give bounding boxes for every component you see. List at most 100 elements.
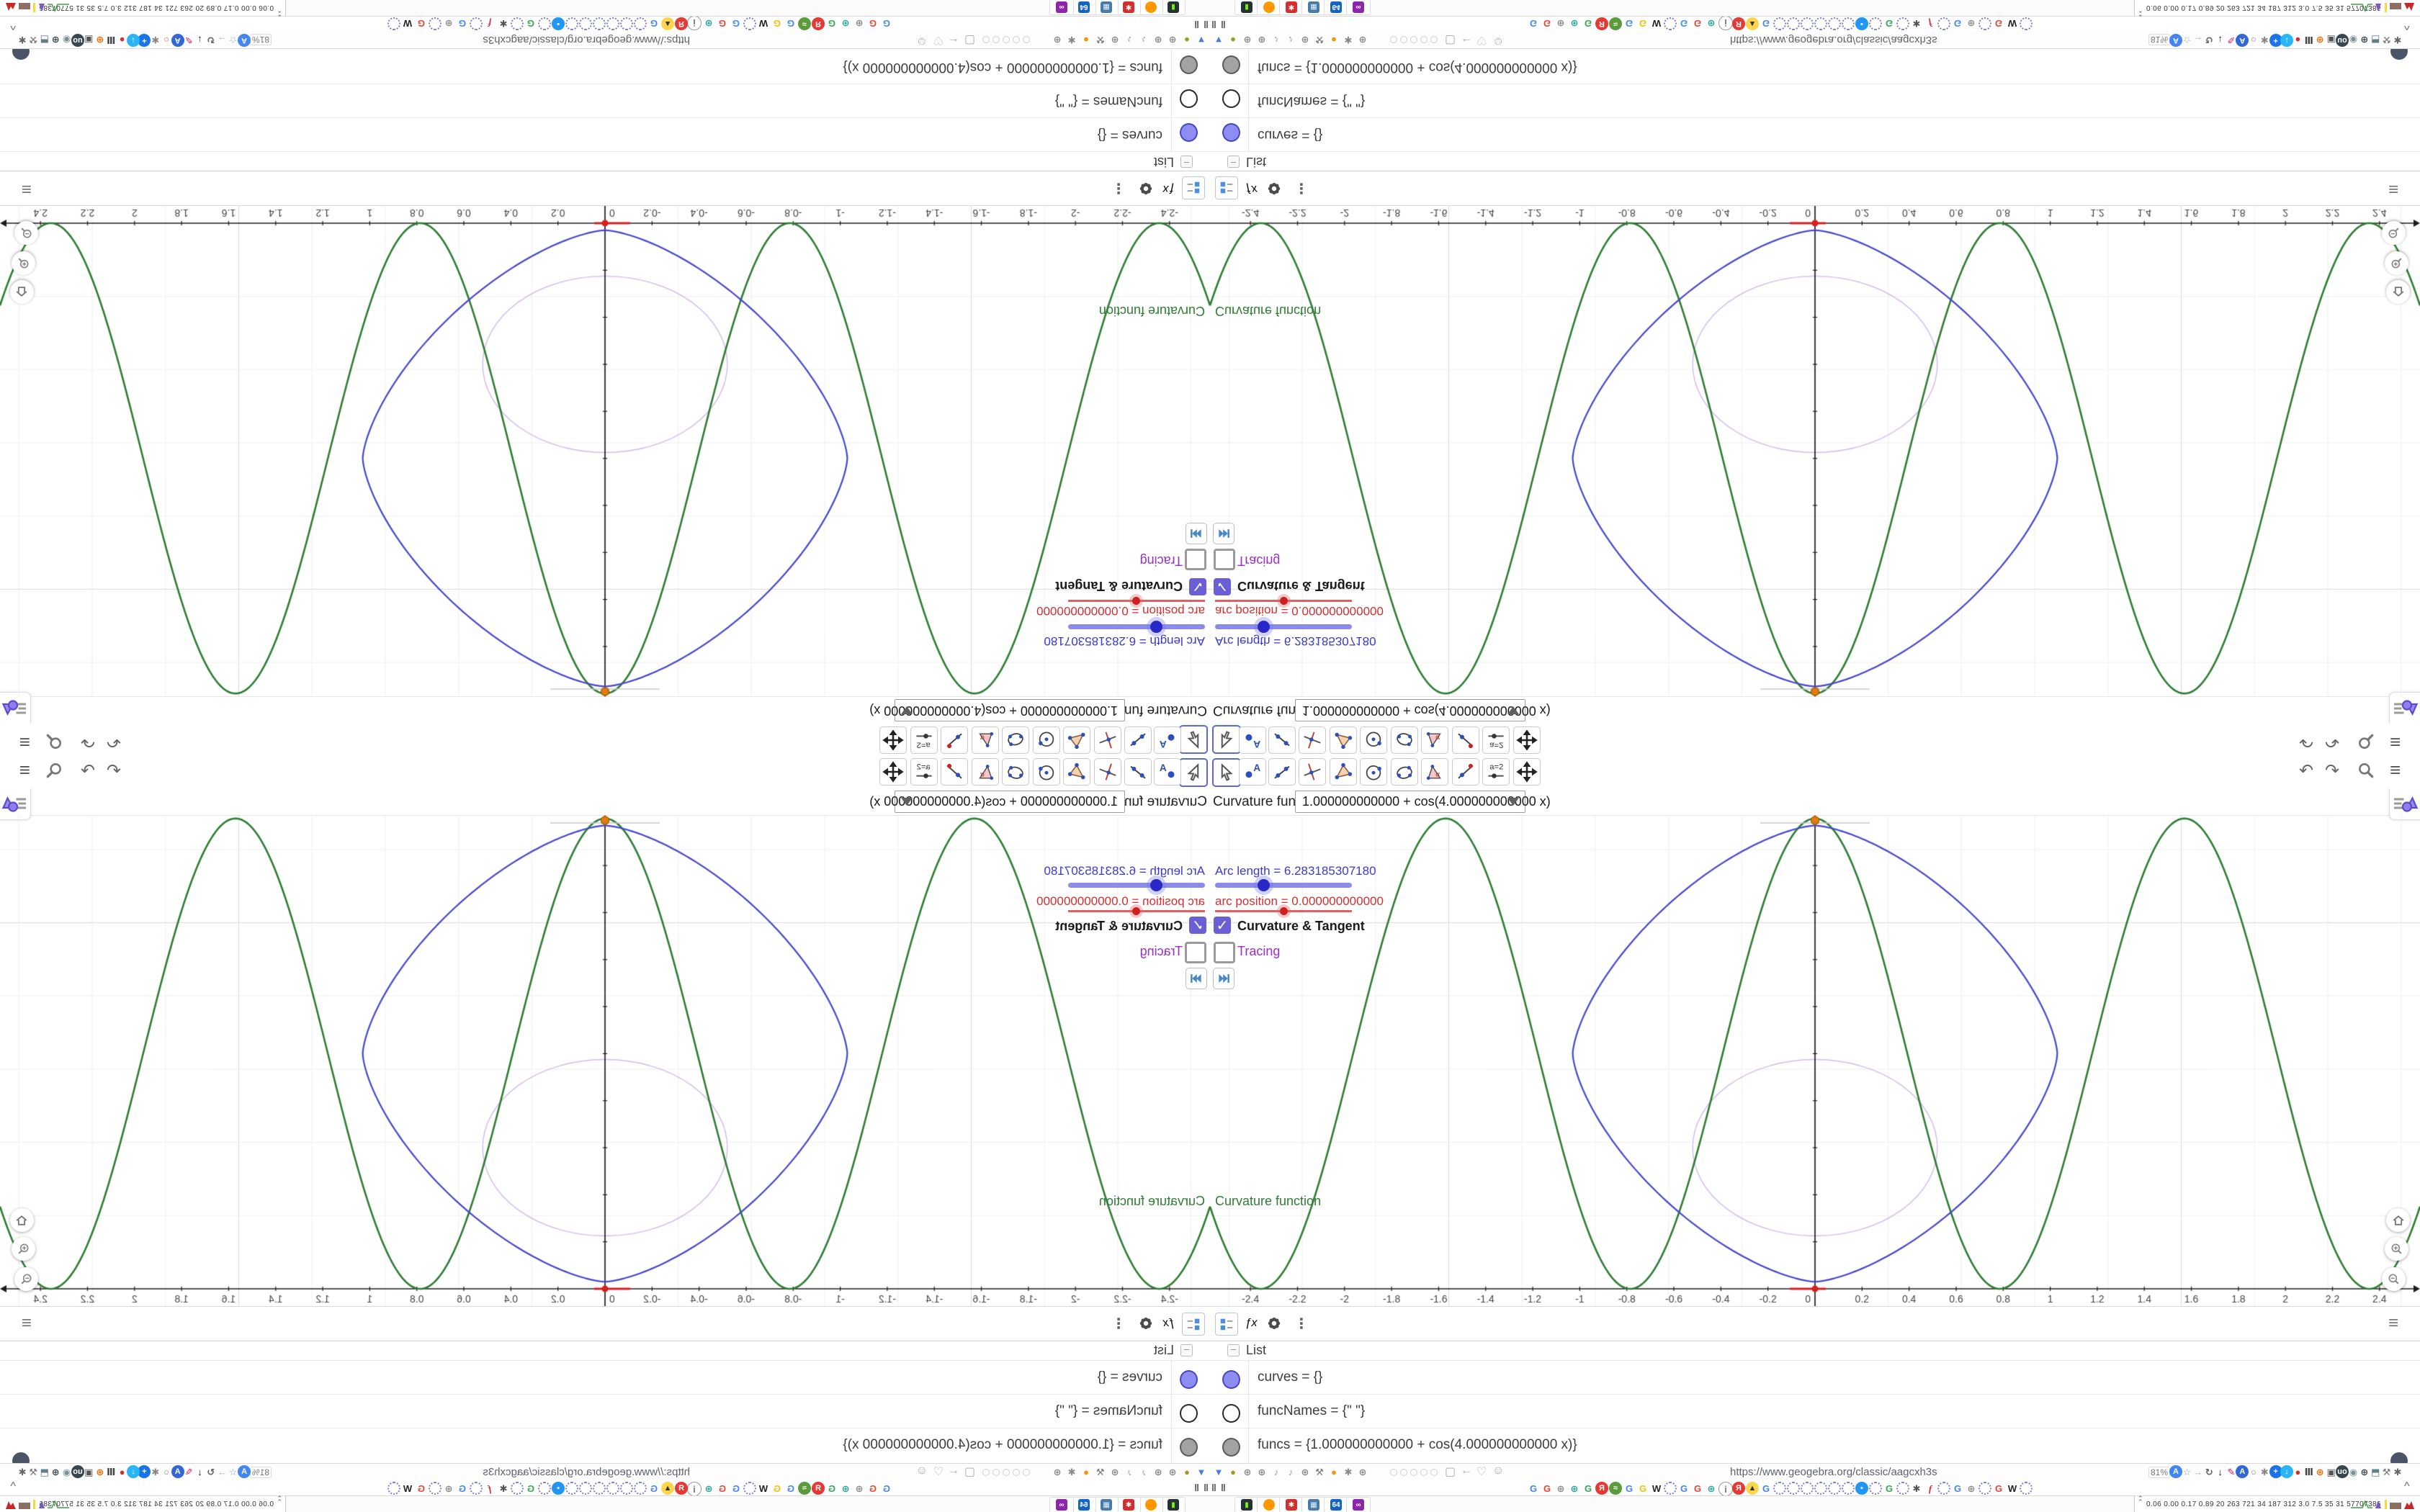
tool-button-line[interactable]	[1268, 726, 1296, 754]
pin-icon[interactable]: ▼	[1212, 34, 1225, 47]
geogebra-wreath-favicon[interactable]	[634, 1482, 647, 1495]
algebra-expression[interactable]: funcs = {1.000000000000 + cos(4.00000000…	[843, 59, 1162, 75]
zoom-out-button[interactable]	[2382, 1267, 2406, 1291]
visibility-toggle[interactable]	[1222, 123, 1240, 142]
tool-button-point[interactable]: A	[1154, 726, 1181, 754]
function-combobox[interactable]: 1.000000000000 + cos(4.000000000000 x)	[869, 699, 1125, 721]
search-icon[interactable]	[45, 761, 63, 783]
geogebra-wreath-favicon[interactable]	[538, 17, 551, 30]
redo-icon[interactable]: ↷	[2325, 732, 2339, 751]
kebab-menu-icon[interactable]: ⋮	[1108, 178, 1129, 199]
skip-next-button[interactable]	[1213, 523, 1234, 544]
home-button[interactable]	[10, 1208, 34, 1232]
tree-view-button[interactable]	[1182, 176, 1205, 199]
ublock-icon[interactable]: uo	[71, 1465, 84, 1478]
box-icon[interactable]: ▣	[82, 1465, 95, 1478]
tracing-label[interactable]: Tracing	[1140, 553, 1183, 568]
geogebra-green-favicon[interactable]: ≈	[1609, 1482, 1622, 1495]
mountain-favicon[interactable]: ▲	[1746, 17, 1759, 30]
algebra-expression[interactable]: funcs = {1.000000000000 + cos(4.00000000…	[843, 1437, 1162, 1453]
pin-icon[interactable]: ▼	[1195, 34, 1208, 47]
figure-icon[interactable]: ♪	[1137, 1465, 1150, 1478]
tree-view-button[interactable]	[1215, 1313, 1238, 1336]
google-favicon[interactable]: G	[524, 1482, 537, 1495]
arc-position-slider-label[interactable]: arc position = 0.000000000000	[1036, 894, 1205, 909]
geogebra-wreath-favicon[interactable]	[1773, 17, 1786, 30]
visibility-toggle[interactable]	[1180, 123, 1198, 142]
panel-menu-hamburger-icon[interactable]: ≡	[22, 179, 32, 199]
google-favicon[interactable]: G	[1541, 17, 1554, 30]
url-text[interactable]: https://www.geogebra.org/classic/aagcxh3…	[483, 34, 690, 46]
google-favicon[interactable]: G	[456, 1482, 469, 1495]
arc-position-slider-knob[interactable]	[1132, 907, 1140, 915]
google-favicon[interactable]: G	[825, 1482, 838, 1495]
geogebra-wreath-favicon[interactable]	[565, 1482, 578, 1495]
tracing-checkbox[interactable]	[1185, 549, 1206, 570]
geogebra-wreath-favicon[interactable]	[2020, 1482, 2033, 1495]
back-icon[interactable]: ←	[1461, 35, 1472, 48]
zoom-in-button[interactable]	[2385, 1237, 2408, 1261]
redo-icon[interactable]: ↷	[2325, 762, 2339, 780]
geogebra-wreath-favicon[interactable]	[1869, 17, 1882, 30]
visibility-toggle[interactable]	[1180, 1370, 1198, 1389]
shield-spiral-icon[interactable]: ◉	[60, 1465, 73, 1478]
google-favicon[interactable]: G	[866, 1482, 879, 1495]
yandex-favicon[interactable]: Я	[675, 17, 688, 30]
geogebra-wreath-favicon[interactable]	[579, 1482, 592, 1495]
faded-dot-icon[interactable]	[1390, 1469, 1397, 1476]
tool-button-move-cursor[interactable]	[1179, 758, 1208, 787]
arc-position-slider[interactable]	[1215, 907, 1352, 915]
google-favicon[interactable]: G	[1760, 1482, 1773, 1495]
gearflower-favicon[interactable]: ✱	[1910, 17, 1923, 30]
gear-icon[interactable]: ✱	[1065, 34, 1078, 47]
wikipedia-favicon[interactable]: W	[2006, 17, 2019, 30]
tree-view-button[interactable]	[1182, 1313, 1205, 1336]
tool-button-slider[interactable]: a=2	[1482, 758, 1510, 786]
globe-color-icon[interactable]: ⊕	[94, 1465, 107, 1478]
globe-favicon[interactable]: ⊕	[1705, 17, 1718, 30]
function-combobox[interactable]: 1.000000000000 + cos(4.000000000000 x)	[1295, 699, 1551, 721]
algebra-expression[interactable]: funcNames = {" "}	[1055, 93, 1162, 109]
algebra-expression[interactable]: funcs = {1.000000000000 + cos(4.00000000…	[1258, 59, 1577, 75]
geogebra-wreath-favicon[interactable]	[538, 1482, 551, 1495]
google-favicon[interactable]: G	[1883, 17, 1896, 30]
globe-icon[interactable]: ⊕	[1241, 1465, 1254, 1478]
geogebra-wreath-favicon[interactable]	[1896, 1482, 1909, 1495]
gear-icon[interactable]: ✱	[149, 34, 162, 47]
faded-dot-icon[interactable]	[1400, 1469, 1407, 1476]
google-favicon[interactable]: G	[1623, 1482, 1636, 1495]
pause-bookmark-icon[interactable]: ‖ ‖	[1193, 1482, 1209, 1493]
wrench-icon[interactable]: ⚒	[1094, 34, 1107, 47]
geogebra-wreath-favicon[interactable]	[1801, 1482, 1814, 1495]
google-favicon[interactable]: G	[1582, 17, 1595, 30]
globe-icon[interactable]: ⊕	[1255, 34, 1268, 47]
shield-icon[interactable]: ♡	[1476, 33, 1487, 48]
collapse-button[interactable]: –	[1227, 1344, 1240, 1356]
google-favicon[interactable]: G	[1527, 1482, 1540, 1495]
globe-icon[interactable]: ⊕	[1051, 34, 1064, 47]
wikipedia-favicon[interactable]: W	[757, 1482, 770, 1495]
algebra-expression[interactable]: curves = {}	[1258, 1369, 1322, 1385]
tool-button-circle-center-point[interactable]	[1033, 726, 1060, 754]
faded-dot-icon[interactable]	[992, 1469, 1000, 1476]
google-favicon[interactable]: G	[1691, 17, 1704, 30]
menu-hamburger-icon[interactable]: ≡	[19, 759, 30, 780]
redgear-app-icon[interactable]: ✱	[1116, 0, 1141, 15]
zoom-out-button[interactable]	[14, 221, 38, 245]
faded-dot-icon[interactable]	[982, 36, 990, 43]
gearflower-favicon[interactable]: ✱	[497, 17, 510, 30]
faded-dot-icon[interactable]	[992, 36, 1000, 43]
wrench-icon[interactable]: ⚒	[1313, 34, 1326, 47]
owl-app-icon[interactable]: ∞	[1346, 0, 1371, 15]
kebab-menu-icon[interactable]: ⋮	[1108, 1313, 1129, 1334]
wrench-icon[interactable]: ⚒	[1313, 1465, 1326, 1478]
geogebra-wreath-favicon[interactable]	[620, 1482, 633, 1495]
panel-menu-hamburger-icon[interactable]: ≡	[2388, 179, 2398, 199]
url-text[interactable]: https://www.geogebra.org/classic/aagcxh3…	[1730, 1466, 1937, 1478]
arc-length-slider-label[interactable]: Arc length = 6.283185307180	[1215, 634, 1376, 648]
globe-icon[interactable]: ⊕	[1299, 1465, 1312, 1478]
back-icon[interactable]: ←	[1461, 1464, 1472, 1477]
wikipedia-favicon[interactable]: W	[401, 1482, 414, 1495]
google-favicon[interactable]: G	[1691, 1482, 1704, 1495]
skip-next-button[interactable]	[1186, 523, 1207, 544]
